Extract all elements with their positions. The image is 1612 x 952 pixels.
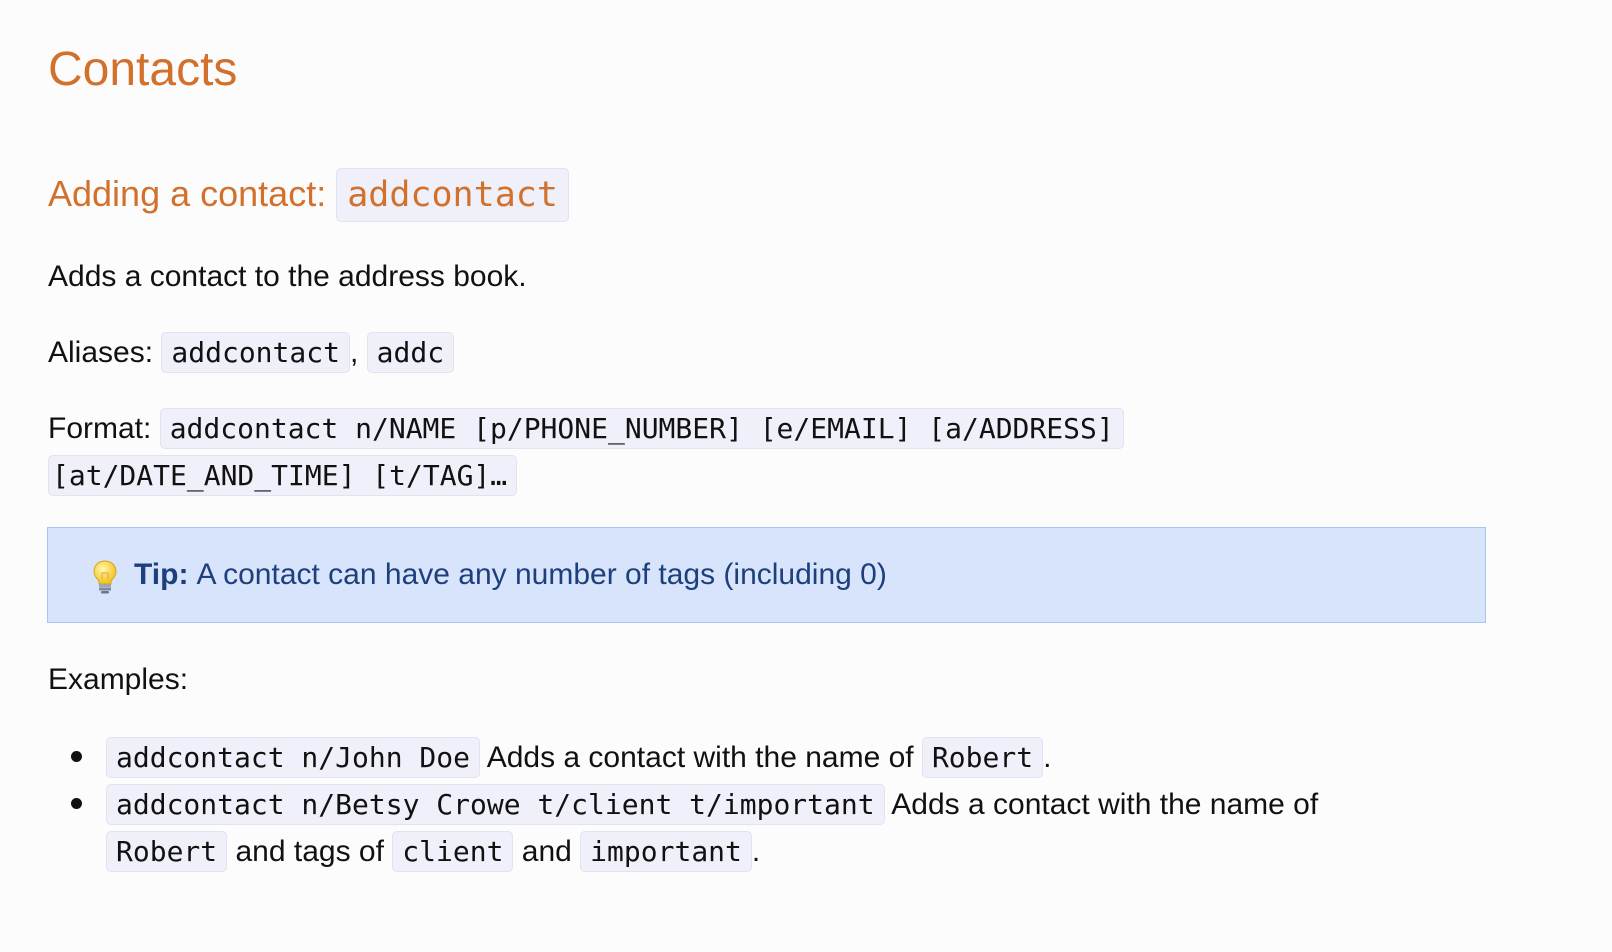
example-code: addcontact n/Betsy Crowe t/client t/impo… [106,784,885,825]
alias-separator: , [349,336,367,369]
example-name-code: Robert [921,737,1044,778]
format-code: addcontact n/NAME [p/PHONE_NUMBER] [e/EM… [159,408,1124,449]
tip-box: Tip: A contact can have any number of ta… [47,527,1486,623]
aliases-line: Aliases: addcontact, addc [48,332,455,373]
examples-label: Examples: [48,663,189,696]
page-title: Contacts [48,43,238,96]
section-heading-code: addcontact [336,168,569,222]
tip-label: Tip: [134,558,189,591]
description: Adds a contact to the address book. [48,260,527,293]
list-item: addcontact n/Betsy Crowe t/client t/impo… [48,781,1448,875]
example-name-code: Robert [106,831,228,872]
format-line-continued: [at/DATE_AND_TIME] [t/TAG]… [48,455,518,496]
format-line: Format: addcontact n/NAME [p/PHONE_NUMBE… [48,408,1124,449]
examples-list: addcontact n/John Doe Adds a contact wit… [48,734,1448,875]
aliases-label: Aliases: [48,336,162,369]
list-item: addcontact n/John Doe Adds a contact wit… [48,734,1448,781]
bullet-icon [71,798,82,809]
example-tag-code: important [580,831,752,872]
format-label: Format: [48,412,160,445]
format-code-continued: [at/DATE_AND_TIME] [t/TAG]… [48,455,518,496]
example-text-and: and [513,835,581,868]
example-text: Adds a contact with the name of [480,741,922,774]
example-tag-code: client [392,831,514,872]
lightbulb-icon [92,559,118,595]
section-heading-text: Adding a contact: [48,173,337,214]
example-end: . [751,835,761,868]
example-code: addcontact n/John Doe [106,737,481,778]
example-end: . [1043,741,1052,774]
alias-code: addc [366,332,455,373]
bullet-icon [71,751,82,762]
example-text-mid: and tags of [227,835,393,868]
tip-text: A contact can have any number of tags (i… [196,558,887,591]
alias-code: addcontact [161,332,350,373]
section-heading: Adding a contact: addcontact [48,168,569,222]
example-text: Adds a contact with the name of [884,788,1319,821]
